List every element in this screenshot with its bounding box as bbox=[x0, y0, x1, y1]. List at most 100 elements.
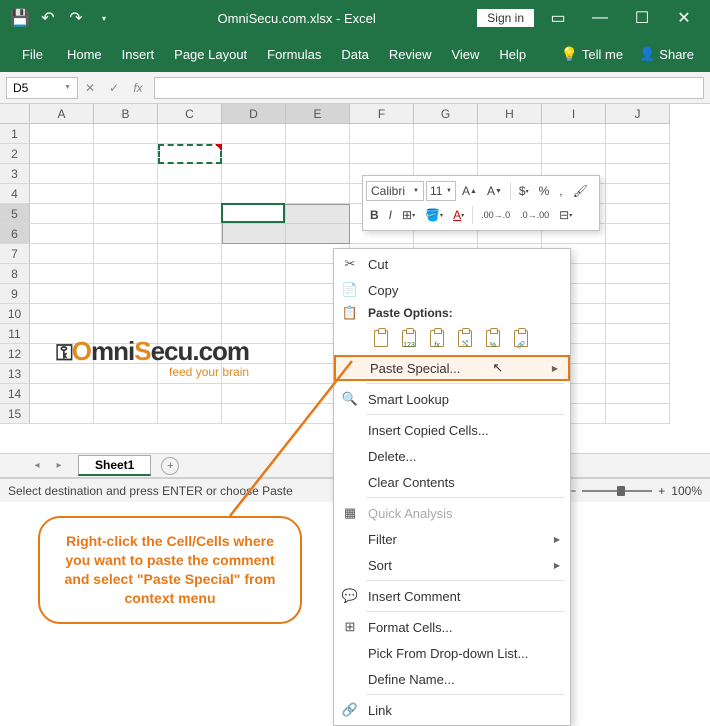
cell-D1[interactable] bbox=[222, 124, 286, 144]
cell-I2[interactable] bbox=[542, 144, 606, 164]
cancel-formula-button[interactable]: ✕ bbox=[80, 78, 100, 98]
add-sheet-button[interactable]: + bbox=[161, 457, 179, 475]
cell-J11[interactable] bbox=[606, 324, 670, 344]
cell-F1[interactable] bbox=[350, 124, 414, 144]
cell-I1[interactable] bbox=[542, 124, 606, 144]
insert-function-button[interactable]: fx bbox=[128, 78, 148, 98]
cell-E4[interactable] bbox=[286, 184, 350, 204]
mini-font-size[interactable]: 11 ▼ bbox=[426, 181, 456, 201]
column-header-A[interactable]: A bbox=[30, 104, 94, 124]
cell-E3[interactable] bbox=[286, 164, 350, 184]
tab-file[interactable]: File bbox=[8, 36, 57, 72]
decrease-font-button[interactable]: A▼ bbox=[483, 181, 506, 201]
cell-J1[interactable] bbox=[606, 124, 670, 144]
context-pick-dropdown[interactable]: Pick From Drop-down List... bbox=[334, 640, 570, 666]
cell-D14[interactable] bbox=[222, 384, 286, 404]
cell-D10[interactable] bbox=[222, 304, 286, 324]
tab-data[interactable]: Data bbox=[331, 36, 378, 72]
tab-nav-first[interactable]: ◂ bbox=[29, 458, 45, 474]
cell-B6[interactable] bbox=[94, 224, 158, 244]
cell-J14[interactable] bbox=[606, 384, 670, 404]
cell-D2[interactable] bbox=[222, 144, 286, 164]
column-header-F[interactable]: F bbox=[350, 104, 414, 124]
bold-button[interactable]: B bbox=[366, 205, 383, 225]
cell-A6[interactable] bbox=[30, 224, 94, 244]
row-header-6[interactable]: 6 bbox=[0, 224, 30, 244]
cell-J12[interactable] bbox=[606, 344, 670, 364]
percent-format-button[interactable]: % bbox=[535, 181, 554, 201]
signin-button[interactable]: Sign in bbox=[477, 9, 534, 27]
context-filter[interactable]: Filter ▶ bbox=[334, 526, 570, 552]
context-delete[interactable]: Delete... bbox=[334, 443, 570, 469]
context-clear-contents[interactable]: Clear Contents bbox=[334, 469, 570, 495]
ribbon-display-options[interactable]: ▭ bbox=[540, 4, 576, 32]
cell-D3[interactable] bbox=[222, 164, 286, 184]
cell-B15[interactable] bbox=[94, 404, 158, 424]
cell-D9[interactable] bbox=[222, 284, 286, 304]
context-insert-comment[interactable]: 💬 Insert Comment bbox=[334, 583, 570, 609]
row-header-5[interactable]: 5 bbox=[0, 204, 30, 224]
cell-J5[interactable] bbox=[606, 204, 670, 224]
column-header-G[interactable]: G bbox=[414, 104, 478, 124]
paste-all-option[interactable] bbox=[368, 325, 394, 351]
cell-B5[interactable] bbox=[94, 204, 158, 224]
cell-G1[interactable] bbox=[414, 124, 478, 144]
row-header-7[interactable]: 7 bbox=[0, 244, 30, 264]
cell-H1[interactable] bbox=[478, 124, 542, 144]
cell-B7[interactable] bbox=[94, 244, 158, 264]
tab-nav-last[interactable]: ▸ bbox=[51, 458, 67, 474]
cell-E5[interactable] bbox=[286, 204, 350, 224]
name-box[interactable]: D5 ▼ bbox=[6, 77, 78, 99]
context-insert-copied[interactable]: Insert Copied Cells... bbox=[334, 417, 570, 443]
zoom-in-button[interactable]: + bbox=[658, 484, 665, 498]
context-define-name[interactable]: Define Name... bbox=[334, 666, 570, 692]
row-header-4[interactable]: 4 bbox=[0, 184, 30, 204]
cell-B3[interactable] bbox=[94, 164, 158, 184]
context-smart-lookup[interactable]: 🔍 Smart Lookup bbox=[334, 386, 570, 412]
cell-E1[interactable] bbox=[286, 124, 350, 144]
cell-C9[interactable] bbox=[158, 284, 222, 304]
column-header-D[interactable]: D bbox=[222, 104, 286, 124]
cell-J15[interactable] bbox=[606, 404, 670, 424]
paste-transpose-option[interactable]: ⤭ bbox=[452, 325, 478, 351]
cell-J3[interactable] bbox=[606, 164, 670, 184]
cell-H2[interactable] bbox=[478, 144, 542, 164]
cell-C14[interactable] bbox=[158, 384, 222, 404]
tab-review[interactable]: Review bbox=[379, 36, 442, 72]
cell-J6[interactable] bbox=[606, 224, 670, 244]
column-header-J[interactable]: J bbox=[606, 104, 670, 124]
maximize-button[interactable]: ☐ bbox=[624, 4, 660, 32]
row-header-15[interactable]: 15 bbox=[0, 404, 30, 424]
formula-input[interactable] bbox=[154, 77, 704, 99]
column-header-B[interactable]: B bbox=[94, 104, 158, 124]
increase-decimal-button[interactable]: .0→.00 bbox=[516, 205, 553, 225]
context-cut[interactable]: ✂ Cut bbox=[334, 251, 570, 277]
cell-A3[interactable] bbox=[30, 164, 94, 184]
column-header-E[interactable]: E bbox=[286, 104, 350, 124]
cell-A7[interactable] bbox=[30, 244, 94, 264]
paste-link-option[interactable]: 🔗 bbox=[508, 325, 534, 351]
format-painter-button[interactable]: 🖌 bbox=[569, 181, 592, 201]
cell-J13[interactable] bbox=[606, 364, 670, 384]
cell-A5[interactable] bbox=[30, 204, 94, 224]
cell-C6[interactable] bbox=[158, 224, 222, 244]
cell-A15[interactable] bbox=[30, 404, 94, 424]
row-header-11[interactable]: 11 bbox=[0, 324, 30, 344]
row-header-8[interactable]: 8 bbox=[0, 264, 30, 284]
sheet-tab-active[interactable]: Sheet1 bbox=[78, 455, 151, 476]
cell-A2[interactable] bbox=[30, 144, 94, 164]
cell-B9[interactable] bbox=[94, 284, 158, 304]
italic-button[interactable]: I bbox=[385, 205, 396, 225]
cell-A9[interactable] bbox=[30, 284, 94, 304]
select-all-corner[interactable] bbox=[0, 104, 30, 124]
cell-D7[interactable] bbox=[222, 244, 286, 264]
context-sort[interactable]: Sort ▶ bbox=[334, 552, 570, 578]
cell-E6[interactable] bbox=[286, 224, 350, 244]
tab-view[interactable]: View bbox=[441, 36, 489, 72]
cell-J2[interactable] bbox=[606, 144, 670, 164]
cell-G2[interactable] bbox=[414, 144, 478, 164]
row-header-14[interactable]: 14 bbox=[0, 384, 30, 404]
cell-B2[interactable] bbox=[94, 144, 158, 164]
cell-C2[interactable] bbox=[158, 144, 222, 164]
cell-F2[interactable] bbox=[350, 144, 414, 164]
